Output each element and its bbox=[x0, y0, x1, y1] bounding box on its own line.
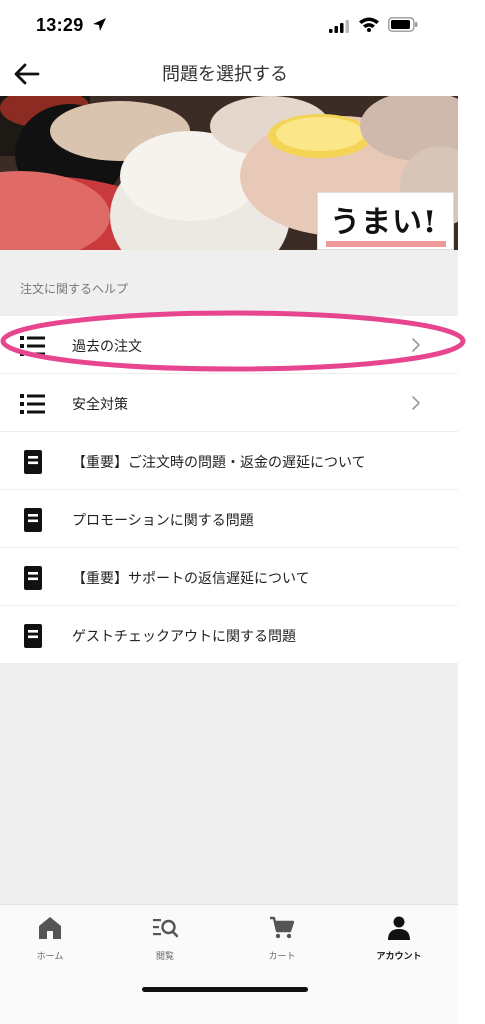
help-item-label: ゲストチェックアウトに関する問題 bbox=[72, 629, 296, 645]
status-bar: 13:29 bbox=[0, 0, 458, 50]
nav-tab-account[interactable]: アカウント bbox=[359, 915, 439, 965]
promo-banner[interactable]: うまい! bbox=[0, 96, 458, 250]
empty-area bbox=[0, 664, 458, 904]
home-indicator bbox=[142, 987, 308, 992]
screen: 13:29 問題を選択する うまい! 注文に関するヘルプ 過去の注文 安全対策 … bbox=[0, 0, 485, 1024]
banner-logo-text: うまい! bbox=[330, 205, 438, 240]
battery-icon bbox=[388, 17, 418, 32]
nav-tab-home[interactable]: ホーム bbox=[10, 915, 90, 965]
document-icon bbox=[24, 566, 42, 590]
help-item-label: プロモーションに関する問題 bbox=[72, 513, 254, 529]
nav-label: アカウント bbox=[376, 952, 422, 962]
help-item-label: 【重要】ご注文時の問題・返金の遅延について bbox=[72, 455, 366, 471]
nav-label: カート bbox=[268, 952, 296, 962]
nav-tab-cart[interactable]: カート bbox=[242, 915, 322, 965]
status-time: 13:29 bbox=[36, 15, 84, 35]
wifi-icon bbox=[359, 17, 379, 32]
document-icon bbox=[24, 508, 42, 532]
nav-tab-browse[interactable]: 閲覧 bbox=[125, 915, 205, 965]
account-icon bbox=[388, 916, 410, 940]
section-title: 注文に関するヘルプ bbox=[20, 282, 129, 296]
help-item-guest-checkout[interactable]: ゲストチェックアウトに関する問題 bbox=[0, 606, 458, 664]
browse-icon bbox=[153, 919, 178, 938]
chevron-right-icon bbox=[412, 396, 420, 410]
help-item-order-refund-delay[interactable]: 【重要】ご注文時の問題・返金の遅延について bbox=[0, 432, 458, 490]
help-item-label: 過去の注文 bbox=[72, 339, 142, 355]
help-topic-list: 過去の注文 安全対策 【重要】ご注文時の問題・返金の遅延について プロモーション… bbox=[0, 316, 458, 664]
nav-label: 閲覧 bbox=[155, 952, 174, 962]
section-header: 注文に関するヘルプ bbox=[0, 250, 458, 316]
help-item-support-reply-delay[interactable]: 【重要】サポートの返信遅延について bbox=[0, 548, 458, 606]
chevron-right-icon bbox=[412, 338, 420, 352]
help-item-promotion-issues[interactable]: プロモーションに関する問題 bbox=[0, 490, 458, 548]
home-icon bbox=[39, 917, 61, 939]
list-icon bbox=[20, 336, 45, 356]
header: 問題を選択する bbox=[0, 50, 458, 96]
banner-logo-strip bbox=[326, 241, 446, 247]
nav-label: ホーム bbox=[36, 952, 64, 962]
cellular-signal-icon bbox=[329, 20, 349, 33]
help-item-safety-measures[interactable]: 安全対策 bbox=[0, 374, 458, 432]
page-title: 問題を選択する bbox=[162, 64, 288, 85]
cart-icon bbox=[270, 916, 295, 939]
help-item-past-orders[interactable]: 過去の注文 bbox=[0, 316, 458, 374]
document-icon bbox=[24, 450, 42, 474]
bottom-nav: ホーム 閲覧 カート アカウント bbox=[0, 904, 458, 1024]
location-arrow-icon bbox=[93, 18, 106, 31]
help-item-label: 【重要】サポートの返信遅延について bbox=[72, 571, 310, 587]
list-icon bbox=[20, 394, 45, 414]
banner-logo: うまい! bbox=[317, 192, 454, 250]
document-icon bbox=[24, 624, 42, 648]
help-item-label: 安全対策 bbox=[72, 397, 128, 413]
